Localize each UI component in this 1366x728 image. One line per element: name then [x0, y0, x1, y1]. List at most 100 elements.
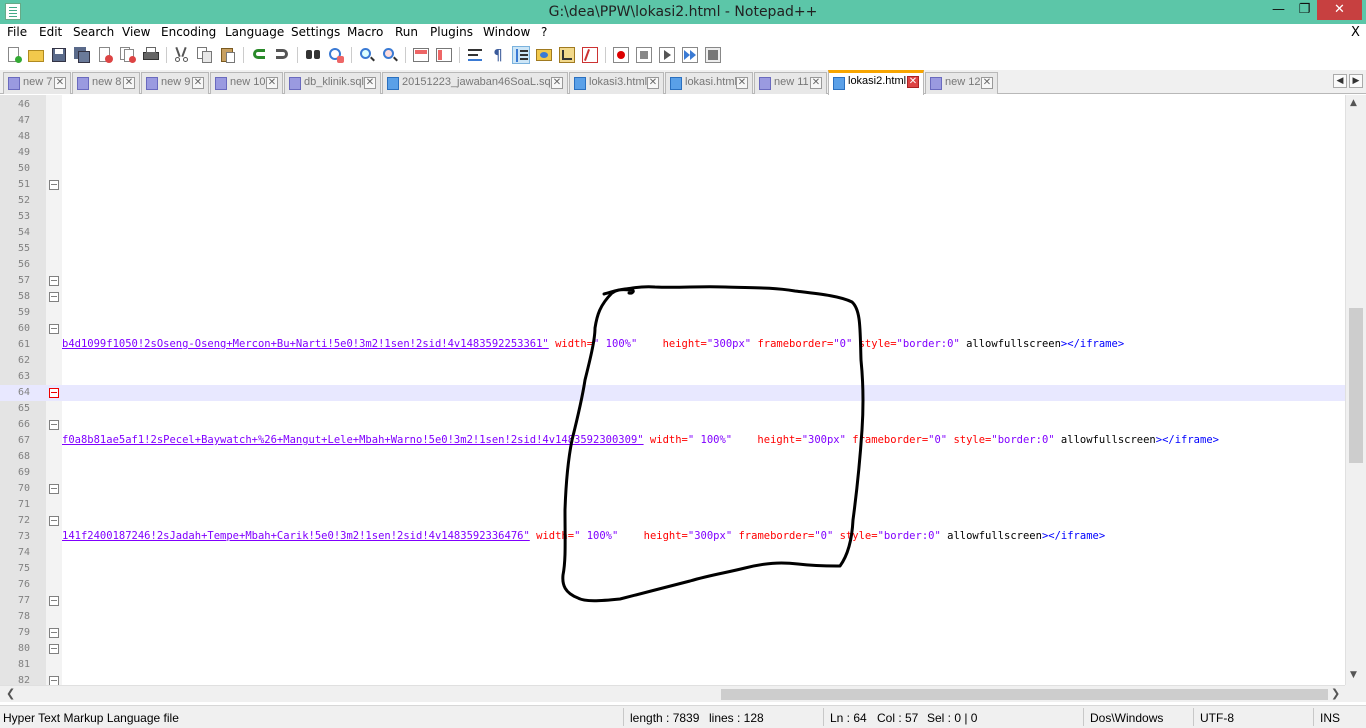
zoom-out-icon[interactable]: [381, 46, 399, 64]
tab-db-klinik[interactable]: db_klinik.sql ✕: [284, 72, 381, 94]
menu-plugins[interactable]: Plugins: [430, 25, 473, 39]
sync-horizontal-icon[interactable]: [435, 46, 453, 64]
fold-marker-icon[interactable]: [49, 676, 59, 685]
status-eol[interactable]: Dos\Windows: [1090, 711, 1163, 725]
editor-line[interactable]: 56: [0, 257, 1345, 273]
tab-close-icon[interactable]: ✕: [810, 77, 822, 89]
tab-close-icon[interactable]: ✕: [123, 77, 135, 89]
tab-new-12[interactable]: new 12 ✕: [925, 72, 998, 94]
tab-jawaban46soal[interactable]: 20151223_jawaban46SoaL.sql ✕: [382, 72, 568, 94]
editor-line[interactable]: 49: [0, 145, 1345, 161]
tab-lokasi[interactable]: lokasi.html ✕: [665, 72, 753, 94]
editor-line[interactable]: 47: [0, 113, 1345, 129]
fold-marker-icon[interactable]: [49, 324, 59, 334]
editor-line[interactable]: 61 b4d1099f1050!2sOseng-Oseng+Mercon+Bu+N…: [0, 337, 1345, 353]
editor-line[interactable]: 57: [0, 273, 1345, 289]
fold-marker-icon[interactable]: [49, 644, 59, 654]
editor-line[interactable]: 54: [0, 225, 1345, 241]
menu-help[interactable]: ?: [541, 25, 547, 39]
tab-scroll-right-button[interactable]: ▶: [1349, 74, 1363, 88]
tab-close-icon[interactable]: ✕: [54, 77, 66, 89]
maximize-button[interactable]: ❐: [1290, 0, 1319, 20]
editor-area[interactable]: 46 47 48 49 50 51 52 53 54 55 56 57 58 59 60 61 b4d1099f…: [0, 95, 1366, 685]
tab-scroll-left-button[interactable]: ◀: [1333, 74, 1347, 88]
horizontal-scroll-thumb[interactable]: [721, 689, 1328, 700]
editor-line[interactable]: 46: [0, 97, 1345, 113]
menu-settings[interactable]: Settings: [291, 25, 340, 39]
scroll-left-arrow-icon[interactable]: ❮: [6, 687, 15, 700]
minimize-button[interactable]: —: [1264, 0, 1293, 20]
menu-encoding[interactable]: Encoding: [161, 25, 216, 39]
record-macro-icon[interactable]: [612, 46, 630, 64]
fold-marker-icon[interactable]: [49, 388, 59, 398]
fold-marker-icon[interactable]: [49, 180, 59, 190]
editor-line[interactable]: 78: [0, 609, 1345, 625]
code-link[interactable]: b4d1099f1050!2sOseng-Oseng+Mercon+Bu+Nar…: [62, 338, 549, 350]
doc-map-icon[interactable]: [558, 46, 576, 64]
menu-view[interactable]: View: [122, 25, 150, 39]
sync-vertical-icon[interactable]: [412, 46, 430, 64]
editor-line[interactable]: 53: [0, 209, 1345, 225]
menu-macro[interactable]: Macro: [347, 25, 383, 39]
editor-line[interactable]: 63: [0, 369, 1345, 385]
menu-run[interactable]: Run: [395, 25, 418, 39]
function-list-icon[interactable]: [581, 46, 599, 64]
stop-macro-icon[interactable]: [635, 46, 653, 64]
tab-lokasi3[interactable]: lokasi3.html ✕: [569, 72, 664, 94]
save-macro-icon[interactable]: [704, 46, 722, 64]
tab-close-icon[interactable]: ✕: [192, 77, 204, 89]
redo-icon[interactable]: [273, 46, 291, 64]
editor-line[interactable]: 55: [0, 241, 1345, 257]
vertical-scrollbar[interactable]: ▲ ▼: [1345, 95, 1366, 685]
editor-line[interactable]: 69: [0, 465, 1345, 481]
status-encoding[interactable]: UTF-8: [1200, 711, 1234, 725]
status-insert-mode[interactable]: INS: [1320, 711, 1340, 725]
save-all-icon[interactable]: [73, 46, 91, 64]
vertical-scroll-thumb[interactable]: [1349, 308, 1363, 463]
new-file-icon[interactable]: [5, 46, 23, 64]
editor-line[interactable]: 74: [0, 545, 1345, 561]
cut-icon[interactable]: [173, 46, 191, 64]
menu-edit[interactable]: Edit: [39, 25, 62, 39]
fold-marker-icon[interactable]: [49, 420, 59, 430]
editor-line[interactable]: 50: [0, 161, 1345, 177]
undo-icon[interactable]: [250, 46, 268, 64]
close-icon[interactable]: [96, 46, 114, 64]
scroll-right-arrow-icon[interactable]: ❯: [1331, 687, 1340, 700]
scroll-down-arrow-icon[interactable]: ▼: [1350, 670, 1357, 680]
tab-close-icon[interactable]: ✕: [736, 77, 748, 89]
tab-lokasi2-active[interactable]: lokasi2.html ✕: [828, 70, 924, 95]
code-link[interactable]: f0a8b81ae5af1!2sPecel+Baywatch+%26+Mangu…: [62, 434, 644, 446]
close-button[interactable]: ✕: [1317, 0, 1362, 20]
tab-new-9[interactable]: new 9 ✕: [141, 72, 209, 94]
editor-line[interactable]: 80: [0, 641, 1345, 657]
editor-line[interactable]: 59: [0, 305, 1345, 321]
fold-marker-icon[interactable]: [49, 628, 59, 638]
find-icon[interactable]: [304, 46, 322, 64]
editor-line[interactable]: 73 141f2400187246!2sJadah+Tempe+Mbah+Cari…: [0, 529, 1345, 545]
editor-line[interactable]: 65: [0, 401, 1345, 417]
editor-line[interactable]: 48: [0, 129, 1345, 145]
tab-close-icon[interactable]: ✕: [981, 77, 993, 89]
fold-marker-icon[interactable]: [49, 484, 59, 494]
editor-line[interactable]: 51: [0, 177, 1345, 193]
editor-line[interactable]: 79: [0, 625, 1345, 641]
fold-marker-icon[interactable]: [49, 292, 59, 302]
editor-line[interactable]: 64: [0, 385, 1345, 401]
tab-close-icon[interactable]: ✕: [647, 77, 659, 89]
tab-close-icon[interactable]: ✕: [266, 77, 278, 89]
editor-line[interactable]: 76: [0, 577, 1345, 593]
close-all-icon[interactable]: [119, 46, 137, 64]
fold-marker-icon[interactable]: [49, 516, 59, 526]
tab-new-8[interactable]: new 8 ✕: [72, 72, 140, 94]
menu-language[interactable]: Language: [225, 25, 284, 39]
editor-line[interactable]: 71: [0, 497, 1345, 513]
zoom-in-icon[interactable]: [358, 46, 376, 64]
tab-close-icon[interactable]: ✕: [364, 77, 376, 89]
tab-new-11[interactable]: new 11 ✕: [754, 72, 827, 94]
play-macro-icon[interactable]: [658, 46, 676, 64]
editor-line[interactable]: 70: [0, 481, 1345, 497]
print-icon[interactable]: [142, 46, 160, 64]
tab-new-10[interactable]: new 10 ✕: [210, 72, 283, 94]
tab-close-icon[interactable]: ✕: [907, 76, 919, 88]
